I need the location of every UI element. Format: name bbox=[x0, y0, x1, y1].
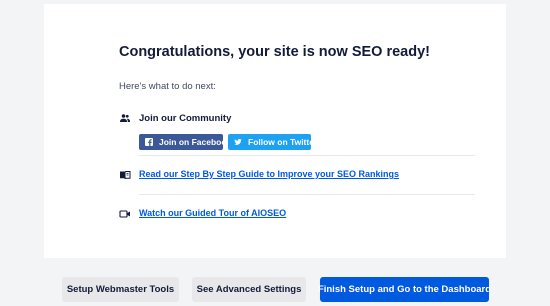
setup-success-card: Congratulations, your site is now SEO re… bbox=[44, 4, 506, 258]
join-facebook-button[interactable]: Join on Facebook bbox=[139, 134, 231, 150]
follow-twitter-label: Follow on Twitter bbox=[248, 137, 318, 147]
footer-actions: Setup Webmaster Tools See Advanced Setti… bbox=[0, 263, 550, 306]
users-icon bbox=[120, 114, 130, 122]
video-camera-icon bbox=[119, 210, 130, 218]
setup-webmaster-tools-button[interactable]: Setup Webmaster Tools bbox=[62, 277, 179, 302]
guided-tour-link[interactable]: Watch our Guided Tour of AIOSEO bbox=[139, 208, 286, 218]
page-title: Congratulations, your site is now SEO re… bbox=[119, 44, 430, 60]
section-divider bbox=[139, 155, 475, 156]
section-divider bbox=[139, 194, 475, 195]
follow-twitter-button[interactable]: Follow on Twitter bbox=[228, 134, 317, 150]
next-steps-subheading: Here's what to do next: bbox=[119, 81, 216, 92]
finish-setup-button[interactable]: Finish Setup and Go to the Dashboard bbox=[318, 277, 491, 302]
twitter-icon bbox=[234, 138, 242, 145]
seo-guide-link[interactable]: Read our Step By Step Guide to Improve y… bbox=[139, 169, 399, 179]
see-advanced-settings-button[interactable]: See Advanced Settings bbox=[192, 277, 306, 302]
book-icon bbox=[120, 171, 131, 180]
community-title: Join our Community bbox=[139, 113, 232, 124]
facebook-icon bbox=[145, 138, 153, 146]
join-facebook-label: Join on Facebook bbox=[159, 137, 232, 147]
